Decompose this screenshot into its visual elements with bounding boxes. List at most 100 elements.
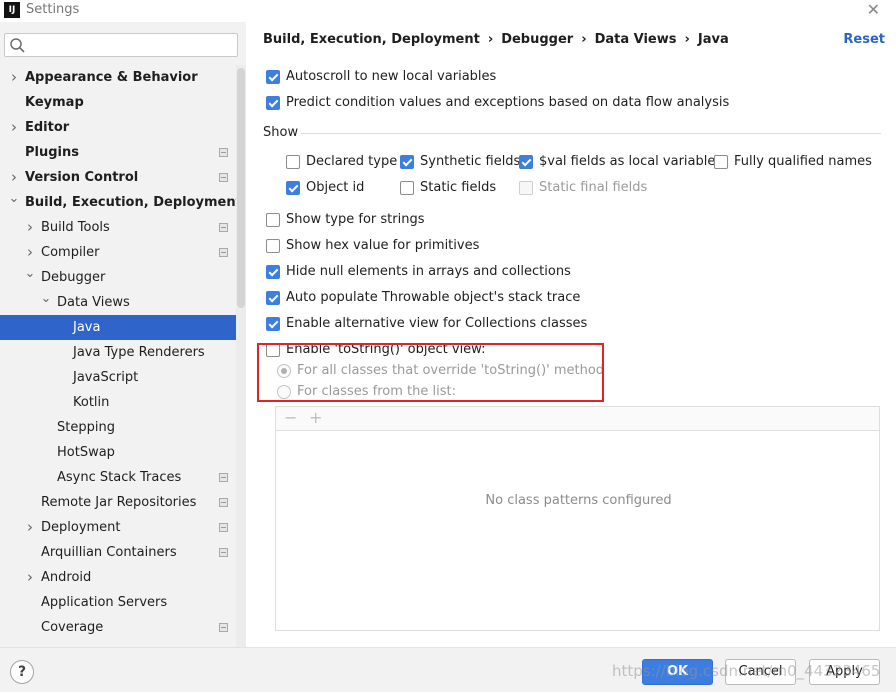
- sidebar-item-label: Keymap: [25, 95, 84, 110]
- breadcrumb-item: Java: [697, 32, 729, 47]
- sidebar-item-label: Appearance & Behavior: [25, 70, 198, 85]
- chevron-right-icon[interactable]: ›: [24, 565, 36, 590]
- highlight-annotation-box: [257, 343, 604, 402]
- chevron-right-icon[interactable]: ›: [24, 215, 36, 240]
- cancel-button[interactable]: Cancel: [725, 659, 796, 685]
- sidebar-item-arquillian-containers[interactable]: Arquillian Containers: [0, 540, 236, 565]
- help-button[interactable]: ?: [10, 660, 34, 684]
- close-icon[interactable]: ✕: [867, 0, 880, 19]
- sidebar-item-label: Compiler: [41, 245, 100, 260]
- sidebar-item-label: JavaScript: [73, 370, 139, 385]
- sidebar-item-keymap[interactable]: Keymap: [0, 90, 236, 115]
- checkbox-box[interactable]: [266, 291, 280, 305]
- sidebar-item-build-execution-deployment[interactable]: ⌄ Build, Execution, Deployment: [0, 190, 242, 215]
- checkbox-box[interactable]: [400, 181, 414, 195]
- sidebar-item-label: Android: [41, 570, 92, 585]
- sidebar-item-build-tools[interactable]: › Build Tools: [0, 215, 236, 240]
- search-icon: [10, 38, 25, 53]
- sidebar-item-label: Deployment: [41, 520, 121, 535]
- sidebar-item-kotlin[interactable]: Kotlin: [0, 390, 236, 415]
- class-patterns-list[interactable]: No class patterns configured: [275, 430, 880, 631]
- window-title: Settings: [26, 2, 80, 17]
- sidebar-item-label: Plugins: [25, 145, 79, 160]
- project-level-icon: [219, 473, 228, 482]
- sidebar-item-javascript[interactable]: JavaScript: [0, 365, 236, 390]
- sidebar-item-java[interactable]: Java: [0, 315, 236, 340]
- ok-button[interactable]: OK: [642, 659, 713, 685]
- project-level-icon: [219, 173, 228, 182]
- checkbox-box[interactable]: [519, 155, 533, 169]
- checkbox-box[interactable]: [266, 70, 280, 84]
- checkbox-label: Predict condition values and exceptions …: [286, 95, 730, 110]
- checkbox-box[interactable]: [266, 213, 280, 227]
- sidebar-item-label: Async Stack Traces: [57, 470, 182, 485]
- sidebar-item-label: Build, Execution, Deployment: [25, 195, 242, 210]
- sidebar-scrollbar-thumb[interactable]: [237, 68, 245, 308]
- add-icon[interactable]: +: [309, 408, 322, 427]
- sidebar-item-data-views[interactable]: ⌄ Data Views: [0, 290, 236, 315]
- checkbox-box[interactable]: [286, 181, 300, 195]
- search-box[interactable]: [4, 33, 238, 57]
- sidebar-item-label: Java: [73, 320, 101, 335]
- show-group-label: Show: [263, 125, 299, 140]
- project-level-icon: [219, 523, 228, 532]
- sidebar-item-application-servers[interactable]: Application Servers: [0, 590, 236, 615]
- chevron-right-icon[interactable]: ›: [8, 65, 20, 90]
- breadcrumb-separator-icon: ›: [684, 32, 690, 47]
- sidebar-item-async-stack-traces[interactable]: Async Stack Traces: [0, 465, 236, 490]
- settings-tree: › Appearance & Behavior Keymap › Editor Plugi…: [0, 65, 242, 640]
- checkbox-label: Static fields: [420, 180, 497, 195]
- checkbox-label: Auto populate Throwable object's stack t…: [286, 290, 581, 305]
- sidebar-item-appearance-behavior[interactable]: › Appearance & Behavior: [0, 65, 236, 90]
- checkbox-label: Synthetic fields: [420, 154, 521, 169]
- checkbox-box[interactable]: [286, 155, 300, 169]
- chevron-down-icon[interactable]: ⌄: [40, 286, 52, 311]
- chevron-down-icon[interactable]: ⌄: [8, 186, 20, 211]
- settings-panel: Build, Execution, Deployment › Debugger › Da…: [246, 22, 896, 647]
- checkbox-box[interactable]: [266, 317, 280, 331]
- project-level-icon: [219, 623, 228, 632]
- sidebar-item-stepping[interactable]: Stepping: [0, 415, 236, 440]
- sidebar-item-deployment[interactable]: › Deployment: [0, 515, 236, 540]
- apply-button[interactable]: Apply: [809, 659, 880, 685]
- checkbox-box[interactable]: [266, 239, 280, 253]
- sidebar-item-remote-jar-repositories[interactable]: Remote Jar Repositories: [0, 490, 236, 515]
- sidebar-item-label: Remote Jar Repositories: [41, 495, 197, 510]
- project-level-icon: [219, 223, 228, 232]
- checkbox-box[interactable]: [266, 265, 280, 279]
- checkbox-box: [519, 181, 533, 195]
- sidebar-item-label: Version Control: [25, 170, 139, 185]
- checkbox-box[interactable]: [400, 155, 414, 169]
- checkbox-label: Hide null elements in arrays and collect…: [286, 264, 571, 279]
- reset-link[interactable]: Reset: [843, 32, 885, 47]
- breadcrumb-item: Build, Execution, Deployment: [263, 32, 480, 47]
- dialog-button-bar: ? OK Cancel Apply https://blog.csdn.net/…: [0, 647, 896, 692]
- chevron-right-icon[interactable]: ›: [8, 115, 20, 140]
- checkbox-label: Enable alternative view for Collections …: [286, 316, 588, 331]
- sidebar-item-version-control[interactable]: › Version Control: [0, 165, 236, 190]
- sidebar-item-label: Stepping: [57, 420, 115, 435]
- sidebar-item-label: Editor: [25, 120, 70, 135]
- breadcrumb: Build, Execution, Deployment › Debugger › Da…: [263, 32, 729, 47]
- sidebar-item-coverage[interactable]: Coverage: [0, 615, 236, 640]
- checkbox-label: Object id: [306, 180, 365, 195]
- sidebar-item-java-type-renderers[interactable]: Java Type Renderers: [0, 340, 236, 365]
- breadcrumb-item: Data Views: [594, 32, 677, 47]
- sidebar-item-android[interactable]: › Android: [0, 565, 236, 590]
- sidebar-item-debugger[interactable]: ⌄ Debugger: [0, 265, 236, 290]
- checkbox-box[interactable]: [714, 155, 728, 169]
- checkbox-label: $val fields as local variables: [539, 154, 723, 169]
- sidebar-item-editor[interactable]: › Editor: [0, 115, 236, 140]
- chevron-right-icon[interactable]: ›: [24, 515, 36, 540]
- breadcrumb-separator-icon: ›: [581, 32, 587, 47]
- project-level-icon: [219, 248, 228, 257]
- sidebar-item-hotswap[interactable]: HotSwap: [0, 440, 236, 465]
- remove-icon[interactable]: −: [284, 408, 297, 427]
- checkbox-label: Autoscroll to new local variables: [286, 69, 497, 84]
- sidebar-item-plugins[interactable]: Plugins: [0, 140, 236, 165]
- settings-sidebar: › Appearance & Behavior Keymap › Editor Plugi…: [0, 22, 246, 647]
- intellij-logo-icon: IJ: [4, 2, 20, 18]
- search-input[interactable]: [29, 36, 234, 54]
- checkbox-box[interactable]: [266, 96, 280, 110]
- chevron-down-icon[interactable]: ⌄: [24, 261, 36, 286]
